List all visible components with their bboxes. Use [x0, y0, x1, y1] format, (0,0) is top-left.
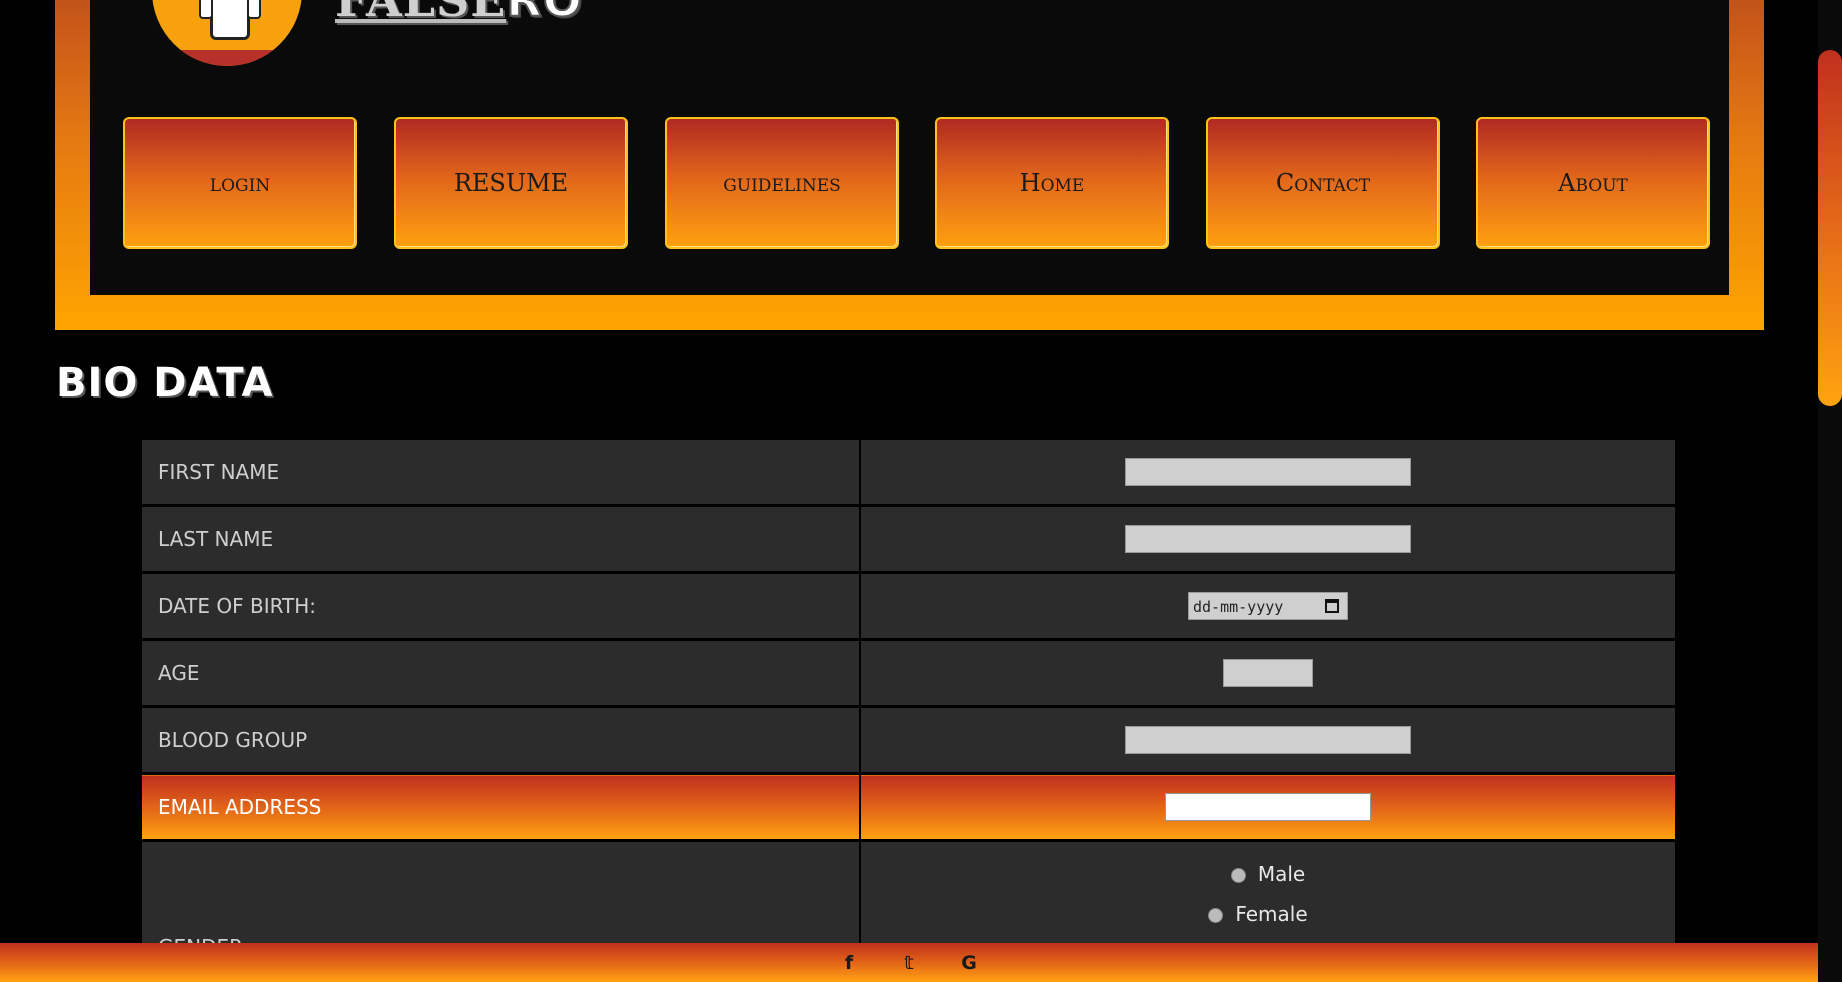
- logo-text: FALSERO: [335, 0, 583, 27]
- scrollbar-thumb[interactable]: [1818, 50, 1842, 406]
- female-label: Female: [1235, 902, 1308, 926]
- gender-option-female[interactable]: Female: [841, 894, 1675, 934]
- table-row: BLOOD GROUP: [142, 706, 1675, 775]
- logo-icon[interactable]: [152, 0, 302, 66]
- facebook-icon[interactable]: f: [839, 952, 859, 974]
- twitter-icon[interactable]: 𝕥: [899, 952, 919, 974]
- robot-icon: [199, 0, 261, 40]
- male-label: Male: [1257, 862, 1306, 886]
- email-label: EMAIL ADDRESS: [142, 773, 861, 842]
- header-frame: FALSERO login RESUME guidelines Home Con…: [55, 0, 1764, 330]
- nav-home-button[interactable]: Home: [935, 117, 1169, 249]
- gender-option-male[interactable]: Male: [861, 854, 1675, 894]
- age-input[interactable]: [1223, 659, 1313, 687]
- blood-group-label: BLOOD GROUP: [142, 706, 861, 775]
- footer-bar: f 𝕥 G: [0, 943, 1818, 982]
- google-icon[interactable]: G: [959, 952, 979, 974]
- nav-resume-label: RESUME: [453, 169, 569, 197]
- dob-placeholder: dd-mm-yyyy: [1193, 598, 1284, 616]
- first-name-label: FIRST NAME: [142, 440, 861, 507]
- logo-text-right: RO: [505, 0, 583, 27]
- table-row: FIRST NAME: [142, 440, 1675, 507]
- age-label: AGE: [142, 639, 861, 708]
- nav-guidelines-button[interactable]: guidelines: [665, 117, 899, 249]
- header-panel: FALSERO login RESUME guidelines Home Con…: [90, 0, 1729, 295]
- email-input[interactable]: [1165, 793, 1371, 821]
- table-row: EMAIL ADDRESS: [142, 773, 1675, 842]
- table-row: AGE: [142, 639, 1675, 708]
- male-radio[interactable]: [1230, 868, 1246, 883]
- bio-data-table: FIRST NAME LAST NAME DATE OF BIRTH: dd-m…: [142, 440, 1675, 962]
- last-name-input[interactable]: [1125, 525, 1411, 553]
- nav-home-label: Home: [1019, 169, 1085, 197]
- dob-date-input[interactable]: dd-mm-yyyy: [1188, 592, 1348, 620]
- calendar-icon[interactable]: [1325, 599, 1339, 613]
- blood-group-input[interactable]: [1125, 726, 1411, 754]
- last-name-label: LAST NAME: [142, 505, 861, 574]
- nav-login-button[interactable]: login: [123, 117, 357, 249]
- nav-contact-label: Contact: [1275, 169, 1371, 197]
- nav-contact-button[interactable]: Contact: [1206, 117, 1440, 249]
- nav-login-label: login: [209, 169, 271, 197]
- dob-label: DATE OF BIRTH:: [142, 572, 861, 641]
- table-row: LAST NAME: [142, 505, 1675, 574]
- female-radio[interactable]: [1208, 908, 1224, 923]
- nav-about-label: About: [1558, 169, 1628, 197]
- logo-text-left: FALSE: [335, 0, 507, 27]
- first-name-input[interactable]: [1125, 458, 1411, 486]
- table-row: DATE OF BIRTH: dd-mm-yyyy: [142, 572, 1675, 641]
- nav-guidelines-label: guidelines: [723, 169, 841, 197]
- nav-resume-button[interactable]: RESUME: [394, 117, 628, 249]
- nav-about-button[interactable]: About: [1476, 117, 1710, 249]
- page-title: BIO DATA: [56, 360, 274, 406]
